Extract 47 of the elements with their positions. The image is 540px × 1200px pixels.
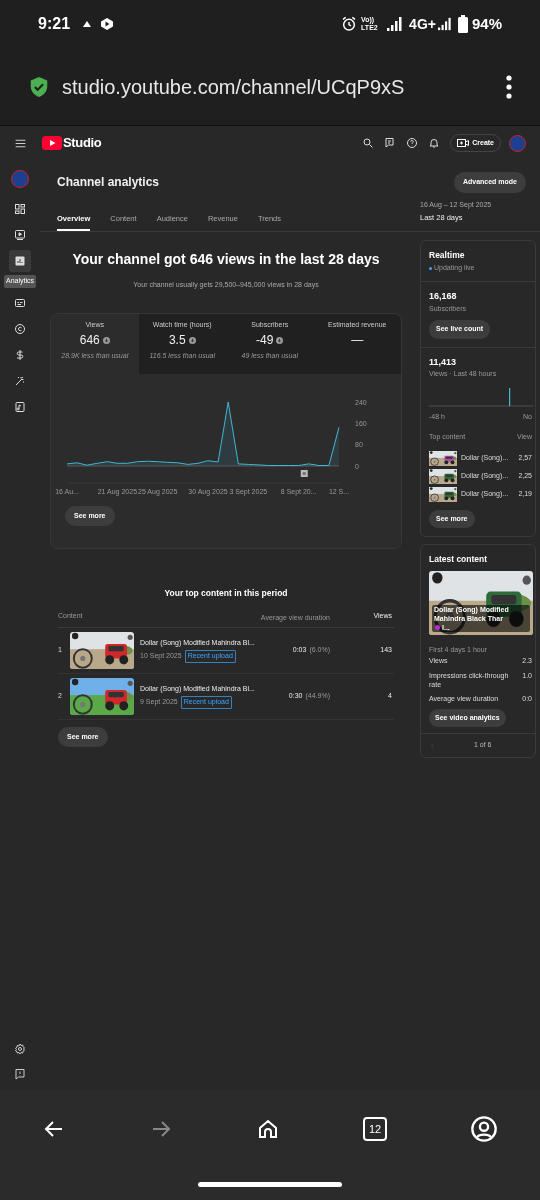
send-feedback-icon[interactable] bbox=[14, 1068, 26, 1080]
metric-value: 646 bbox=[79, 332, 100, 349]
studio-logo-text: Studio bbox=[63, 134, 102, 153]
card-title: Realtime bbox=[429, 249, 466, 262]
subscriber-count: 16,168 bbox=[429, 290, 458, 304]
subtitles-icon[interactable] bbox=[14, 296, 26, 309]
metric-value: -49 bbox=[256, 332, 274, 349]
channel-avatar[interactable] bbox=[11, 170, 29, 188]
section-title: Your top content in this period bbox=[163, 586, 289, 600]
sidebar-item[interactable] bbox=[9, 250, 31, 272]
battery-icon bbox=[457, 15, 468, 33]
marker-icon[interactable] bbox=[300, 469, 308, 477]
metric-value: 3.5 bbox=[168, 332, 186, 349]
search-icon[interactable] bbox=[362, 137, 375, 149]
battery-level: 94% bbox=[471, 13, 502, 34]
account-icon[interactable] bbox=[470, 1115, 498, 1143]
feedback-icon[interactable] bbox=[384, 137, 397, 149]
settings-icon[interactable] bbox=[14, 1043, 26, 1055]
card-title: Latest content bbox=[429, 553, 489, 566]
shield-check-icon bbox=[28, 74, 50, 99]
audio-library-icon[interactable] bbox=[14, 400, 26, 413]
home-icon[interactable] bbox=[256, 1117, 280, 1141]
home-indicator[interactable] bbox=[198, 1181, 342, 1187]
alarm-icon bbox=[341, 16, 358, 32]
signal-icon bbox=[387, 17, 404, 31]
network-type: 4G+ bbox=[409, 14, 436, 34]
clock: 9:21 bbox=[38, 14, 71, 34]
headline: Your channel got 646 views in the last 28 days bbox=[71, 250, 381, 269]
app-icon bbox=[100, 17, 115, 31]
video-plus-icon bbox=[457, 139, 470, 147]
metric-value: — bbox=[351, 332, 364, 349]
help-icon[interactable] bbox=[406, 137, 419, 149]
signal-icon bbox=[437, 17, 452, 31]
play-logo-icon bbox=[42, 136, 62, 150]
more-menu-icon[interactable] bbox=[506, 74, 512, 99]
magic-wand-icon[interactable] bbox=[14, 374, 26, 387]
page-title: Channel analytics bbox=[57, 174, 160, 191]
video-icon[interactable] bbox=[14, 229, 26, 241]
copyright-icon[interactable] bbox=[14, 322, 26, 335]
bell-icon[interactable] bbox=[428, 137, 441, 149]
bar-chart-icon[interactable] bbox=[14, 255, 26, 267]
tab-count-button[interactable]: 12 bbox=[363, 1117, 387, 1141]
emoji-icon bbox=[435, 625, 440, 630]
dollar-icon[interactable] bbox=[14, 348, 26, 361]
dashboard-icon[interactable] bbox=[14, 203, 26, 215]
upload-icon bbox=[82, 19, 93, 29]
view-count: 11,413 bbox=[429, 355, 458, 369]
